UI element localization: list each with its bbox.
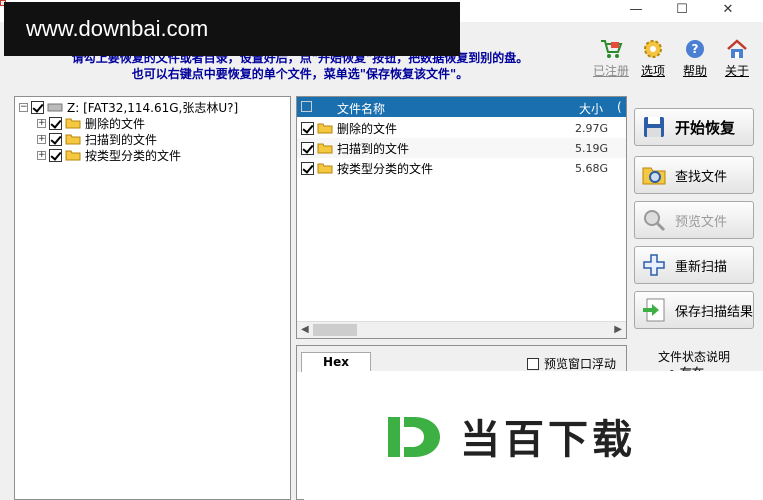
watermark: www.downbai.com	[4, 2, 460, 56]
tree-item[interactable]: + 删除的文件	[37, 115, 145, 131]
help-icon: ?	[686, 40, 704, 58]
help-label: 帮助	[682, 64, 707, 78]
list-item-name: 按类型分类的文件	[337, 161, 434, 176]
tree-item-label: 删除的文件	[85, 116, 146, 131]
options-link[interactable]: 选项	[635, 38, 671, 79]
list-item-name: 扫描到的文件	[337, 141, 410, 156]
drive-icon	[47, 103, 63, 112]
preview-tabstrip: Hex 预览窗口浮动	[297, 346, 626, 372]
float-window-label: 预览窗口浮动	[544, 357, 617, 371]
column-size[interactable]: 大小	[579, 100, 603, 117]
float-window-checkbox[interactable]	[527, 357, 539, 370]
list-item[interactable]: 扫描到的文件 5.19G	[297, 138, 626, 158]
folder-tree[interactable]: − Z: [FAT32,114.61G,张志林U?] + 删除的文件 + 扫描到…	[14, 96, 291, 500]
folder-icon	[65, 118, 81, 129]
tree-item[interactable]: + 扫描到的文件	[37, 131, 157, 147]
close-button[interactable]: ✕	[705, 0, 751, 20]
export-icon	[643, 298, 665, 322]
float-window-option[interactable]: 预览窗口浮动	[527, 355, 616, 372]
list-item[interactable]: 删除的文件 2.97G	[297, 118, 626, 138]
tab-hex[interactable]: Hex	[301, 352, 371, 372]
save-scan-button[interactable]: 保存扫描结果	[634, 291, 754, 329]
about-label: 关于	[724, 64, 749, 78]
downbai-logo-icon	[388, 417, 440, 457]
magnifier-icon	[644, 210, 666, 232]
gear-icon	[644, 40, 662, 58]
home-icon	[727, 39, 747, 58]
registered-link[interactable]: 已注册	[593, 38, 629, 79]
options-label: 选项	[640, 64, 665, 78]
scroll-thumb[interactable]	[313, 324, 357, 336]
start-recovery-label: 开始恢复	[675, 118, 736, 137]
folder-icon	[317, 143, 333, 154]
save-scan-label: 保存扫描结果	[675, 304, 754, 320]
folder-icon	[317, 123, 333, 134]
list-item-size: 5.68G	[575, 161, 609, 175]
list-item-checkbox[interactable]	[301, 141, 314, 155]
cart-icon	[601, 40, 623, 58]
tree-item-label: 扫描到的文件	[85, 132, 158, 147]
svg-text:?: ?	[692, 42, 699, 56]
expand-icon[interactable]: +	[37, 150, 46, 160]
tree-item-checkbox[interactable]	[49, 148, 62, 162]
find-file-label: 查找文件	[675, 169, 728, 185]
scroll-right-icon[interactable]: ▶	[614, 324, 622, 335]
expand-icon[interactable]: +	[37, 118, 46, 128]
list-item[interactable]: 按类型分类的文件 5.68G	[297, 158, 626, 178]
rescan-button[interactable]: 重新扫描	[634, 246, 754, 284]
list-item-checkbox[interactable]	[301, 121, 314, 135]
select-all-checkbox[interactable]	[301, 101, 312, 112]
tree-item-label: 按类型分类的文件	[85, 148, 182, 163]
minimize-button[interactable]: —	[613, 0, 659, 20]
top-toolbar: 已注册 选项 ? 帮助 关于	[593, 38, 755, 79]
scroll-left-icon[interactable]: ◀	[301, 324, 309, 335]
collapse-icon[interactable]: −	[19, 102, 28, 112]
expand-icon[interactable]: +	[37, 134, 46, 144]
save-disk-icon	[644, 117, 664, 137]
instruction-line-2: 也可以右键点中要恢复的单个文件，菜单选"保存恢复该文件"。	[131, 67, 469, 81]
list-header: 文件名称 大小 (	[297, 97, 626, 117]
list-item-checkbox[interactable]	[301, 161, 314, 175]
tree-item[interactable]: + 按类型分类的文件	[37, 147, 181, 163]
horizontal-scrollbar[interactable]: ◀ ▶	[297, 321, 626, 338]
tree-item-checkbox[interactable]	[49, 116, 62, 130]
logo-text: 当百下载	[460, 417, 636, 463]
column-name[interactable]: 文件名称	[337, 100, 385, 117]
tree-root-label: Z: [FAT32,114.61G,张志林U?]	[67, 100, 239, 115]
folder-icon	[65, 150, 81, 161]
list-item-name: 删除的文件	[337, 121, 398, 136]
column-extra[interactable]: (	[617, 100, 622, 114]
find-file-button[interactable]: 查找文件	[634, 156, 754, 194]
about-link[interactable]: 关于	[719, 38, 755, 79]
folder-icon	[65, 134, 81, 145]
registered-label: 已注册	[593, 64, 630, 78]
maximize-button[interactable]: ☐	[659, 0, 705, 20]
watermark-logo: 当百下载	[304, 371, 763, 500]
preview-file-button[interactable]: 预览文件	[634, 201, 754, 239]
start-recovery-button[interactable]: 开始恢复	[634, 108, 754, 146]
list-item-size: 5.19G	[575, 141, 609, 155]
preview-file-label: 预览文件	[675, 214, 728, 230]
folder-search-icon	[642, 167, 666, 185]
tree-root-checkbox[interactable]	[31, 100, 44, 114]
rescan-label: 重新扫描	[675, 259, 728, 275]
folder-icon	[317, 163, 333, 174]
file-list[interactable]: 文件名称 大小 ( 删除的文件 2.97G 扫描到的文件 5.19G 按类型分类…	[296, 96, 627, 339]
list-item-size: 2.97G	[575, 121, 609, 135]
help-link[interactable]: ? 帮助	[677, 38, 713, 79]
tree-root[interactable]: − Z: [FAT32,114.61G,张志林U?]	[19, 99, 238, 115]
file-status-legend: 文件状态说明	[658, 350, 731, 364]
plus-icon	[643, 254, 665, 276]
tree-item-checkbox[interactable]	[49, 132, 62, 146]
